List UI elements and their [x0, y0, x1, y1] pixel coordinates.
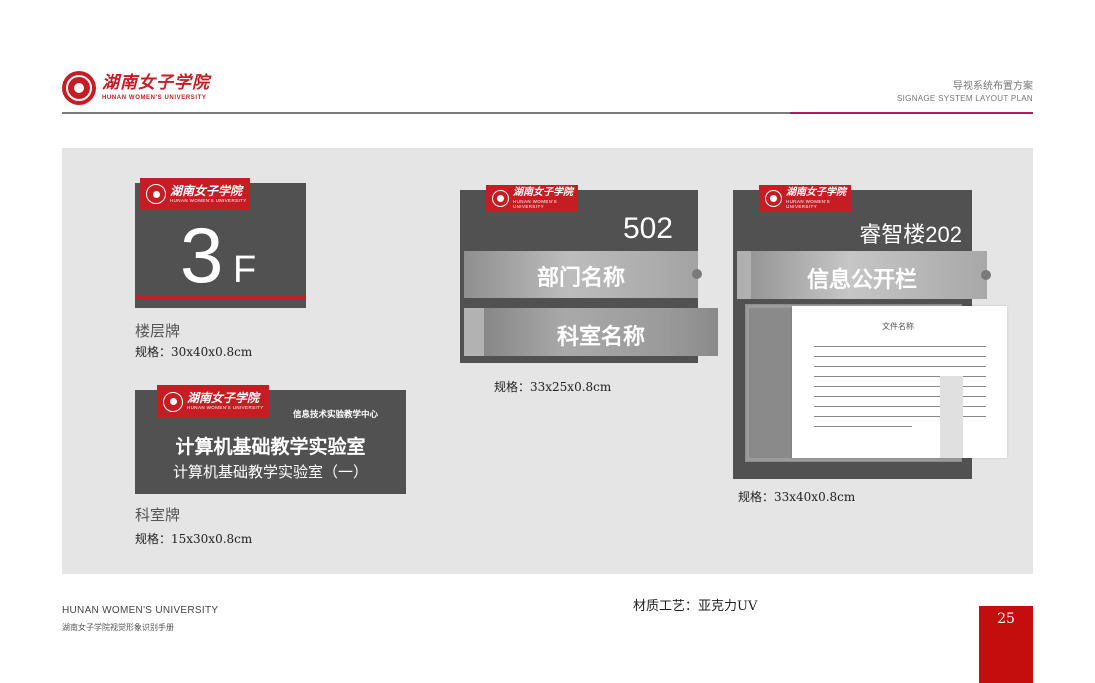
info-board-label: 信息公开栏	[806, 267, 917, 292]
header-divider-accent	[790, 112, 1033, 114]
slot-knob	[692, 269, 702, 279]
dept-subtitle: 计算机基础教学实验室（一）	[172, 464, 368, 481]
document-title: 文件名称	[882, 322, 914, 331]
seal-icon	[163, 391, 183, 412]
floor-sign: 湖南女子学院 HUNAN WOMEN'S UNIVERSITY 3 F	[135, 178, 306, 308]
section-title-en: SIGNAGE SYSTEM LAYOUT PLAN	[897, 94, 1033, 103]
badge-name-cn: 湖南女子学院	[786, 187, 846, 198]
badge-name-cn: 湖南女子学院	[187, 391, 260, 406]
university-seal-icon	[62, 71, 96, 105]
logo-name-cn: 湖南女子学院	[102, 73, 210, 93]
floor-suffix: F	[233, 249, 257, 291]
section-title: 导视系统布置方案 SIGNAGE SYSTEM LAYOUT PLAN	[897, 77, 1033, 103]
info-sign-spec: 规格：33x40x0.8cm	[738, 490, 856, 504]
badge-name-en: HUNAN WOMEN'S UNIVERSITY	[513, 199, 558, 209]
material-note: 材质工艺：亚克力UV	[633, 599, 758, 614]
department-name-slot: 部门名称	[464, 251, 702, 298]
room-number: 502	[622, 212, 673, 245]
badge-name-cn: 湖南女子学院	[513, 187, 573, 198]
text-line	[814, 426, 912, 427]
info-room-number: 睿智楼202	[859, 222, 962, 247]
dept-sign-caption: 科室牌	[135, 506, 181, 524]
logo-name-en: HUNAN WOMEN'S UNIVERSITY	[102, 95, 207, 101]
dept-center-name: 信息技术实验教学中心	[292, 410, 378, 420]
office-name-label: 科室名称	[556, 324, 645, 349]
badge-name-en: HUNAN WOMEN'S UNIVERSITY	[170, 197, 247, 203]
badge-name-en: HUNAN WOMEN'S UNIVERSITY	[187, 405, 264, 411]
text-line	[814, 366, 986, 367]
holder-cutout	[940, 376, 963, 458]
floor-sign-caption: 楼层牌	[135, 322, 181, 340]
floor-sign-red-stripe	[135, 295, 306, 299]
dept-title: 计算机基础教学实验室	[175, 437, 366, 458]
page-number-box: 25	[979, 606, 1033, 683]
footer-manual-cn: 湖南女子学院视觉形象识别手册	[62, 623, 174, 632]
department-sign: 湖南女子学院 HUNAN WOMEN'S UNIVERSITY 信息技术实验教学…	[135, 385, 406, 494]
section-title-cn: 导视系统布置方案	[953, 81, 1033, 92]
badge-name-en: HUNAN WOMEN'S UNIVERSITY	[786, 199, 831, 209]
info-board-slot: 信息公开栏	[737, 251, 991, 299]
document-sheet: 文件名称	[792, 306, 1007, 458]
slot-knob	[981, 270, 991, 280]
footer-university-en: HUNAN WOMEN'S UNIVERSITY	[62, 605, 219, 616]
header-divider	[62, 112, 790, 114]
room-sign: 湖南女子学院 HUNAN WOMEN'S UNIVERSITY 502 部门名称…	[460, 185, 718, 363]
seal-icon	[492, 190, 509, 207]
university-logo: 湖南女子学院 HUNAN WOMEN'S UNIVERSITY	[62, 70, 210, 106]
dept-sign-spec: 规格：15x30x0.8cm	[135, 532, 253, 546]
floor-number: 3	[180, 211, 224, 299]
info-sign-logo-badge: 湖南女子学院 HUNAN WOMEN'S UNIVERSITY	[759, 185, 851, 212]
badge-name-cn: 湖南女子学院	[170, 183, 243, 198]
page-number: 25	[997, 611, 1015, 627]
room-sign-logo-badge: 湖南女子学院 HUNAN WOMEN'S UNIVERSITY	[486, 185, 578, 212]
dept-sign-logo-badge: 湖南女子学院 HUNAN WOMEN'S UNIVERSITY	[157, 385, 269, 418]
text-line	[814, 346, 986, 347]
department-name-label: 部门名称	[536, 265, 625, 290]
room-sign-spec: 规格：33x25x0.8cm	[494, 380, 612, 394]
office-name-slot: 科室名称	[464, 308, 718, 356]
text-line	[814, 356, 986, 357]
floor-sign-logo-badge: 湖南女子学院 HUNAN WOMEN'S UNIVERSITY	[140, 178, 250, 210]
seal-icon	[146, 184, 166, 204]
seal-icon	[765, 190, 782, 207]
floor-sign-spec: 规格：30x40x0.8cm	[135, 345, 253, 359]
